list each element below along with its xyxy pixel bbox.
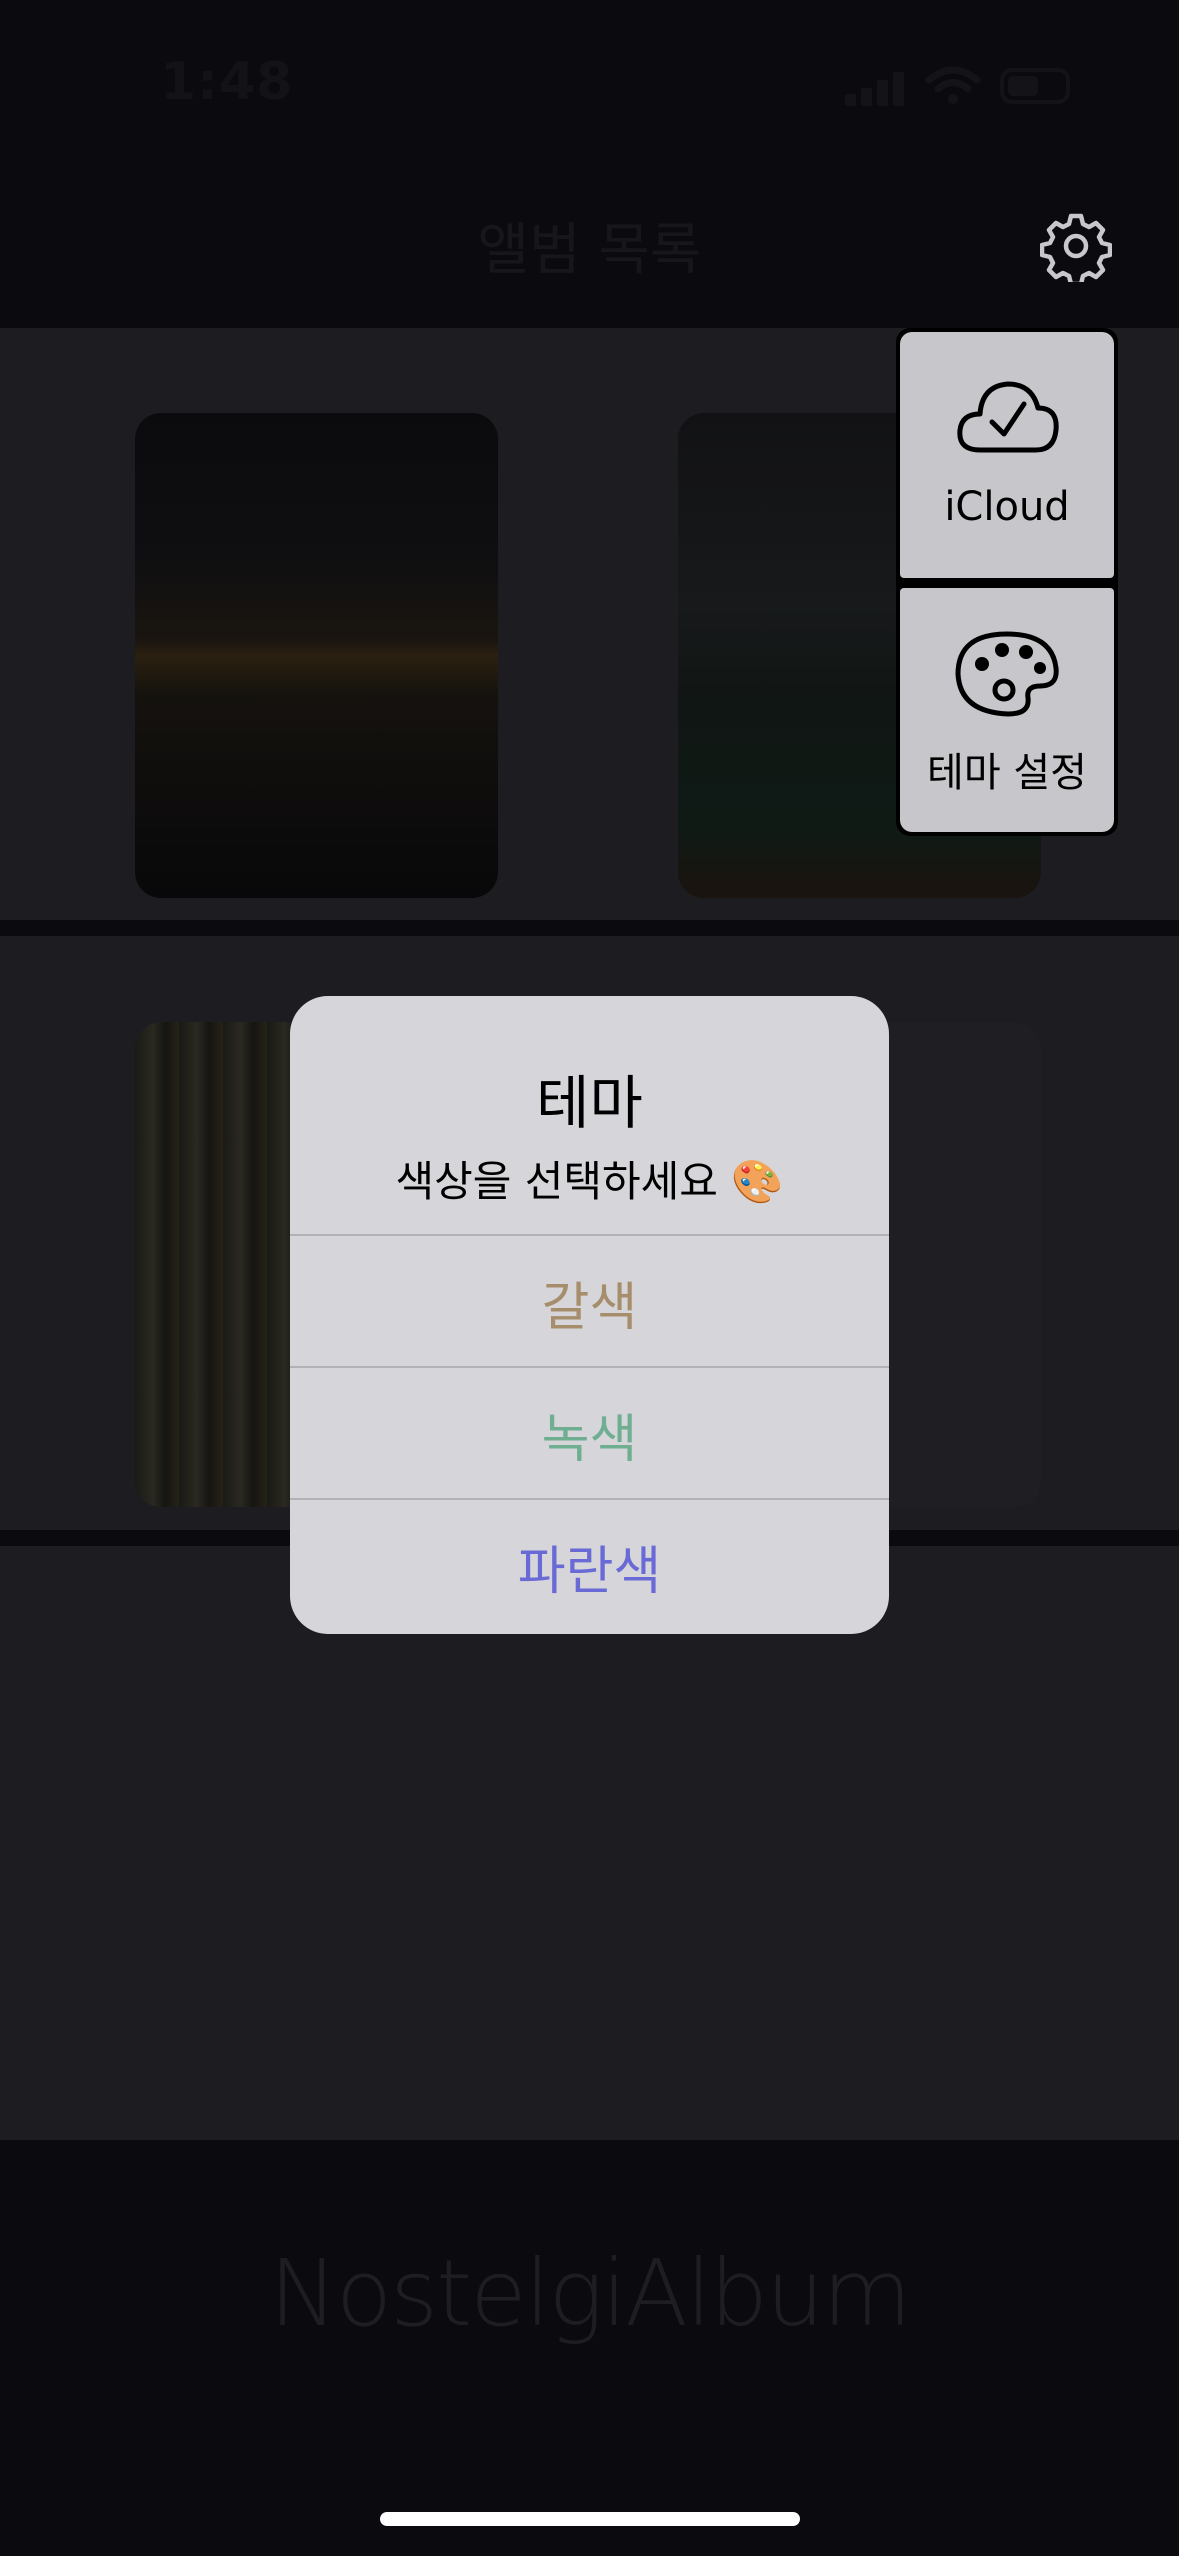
menu-item-theme-settings[interactable]: 테마 설정 [900, 588, 1114, 832]
page-title: 앨범 목록 [477, 218, 702, 283]
alert-message: 색상을 선택하세요 🎨 [395, 1157, 784, 1206]
wifi-icon [925, 66, 981, 104]
status-time: 1:48 [160, 52, 294, 112]
album-card-night-river[interactable] [135, 413, 498, 898]
divider [0, 318, 1179, 328]
battery-icon [1000, 68, 1070, 104]
footer-title: NostelgiAlbum [269, 2240, 912, 2347]
settings-menu: iCloud 테마 설정 [896, 328, 1118, 836]
menu-item-label: 테마 설정 [927, 750, 1087, 796]
gear-icon[interactable] [1040, 210, 1112, 282]
palette-icon [955, 631, 1059, 717]
divider [0, 920, 1179, 936]
blue-theme-button[interactable]: 파란색 [290, 1498, 889, 1632]
theme-alert-dialog: 테마 색상을 선택하세요 🎨 갈색 녹색 파란색 [290, 996, 889, 1634]
alert-title: 테마 [536, 1069, 643, 1137]
menu-item-label: iCloud [944, 484, 1070, 530]
home-indicator[interactable] [380, 2512, 800, 2526]
alert-header: 테마 색상을 선택하세요 🎨 [290, 996, 889, 1236]
green-theme-button[interactable]: 녹색 [290, 1366, 889, 1500]
menu-item-icloud[interactable]: iCloud [900, 332, 1114, 578]
cellular-signal-icon [845, 72, 905, 106]
brown-theme-button[interactable]: 갈색 [290, 1234, 889, 1368]
cloud-check-icon [957, 381, 1059, 453]
footer [0, 2140, 1179, 2556]
